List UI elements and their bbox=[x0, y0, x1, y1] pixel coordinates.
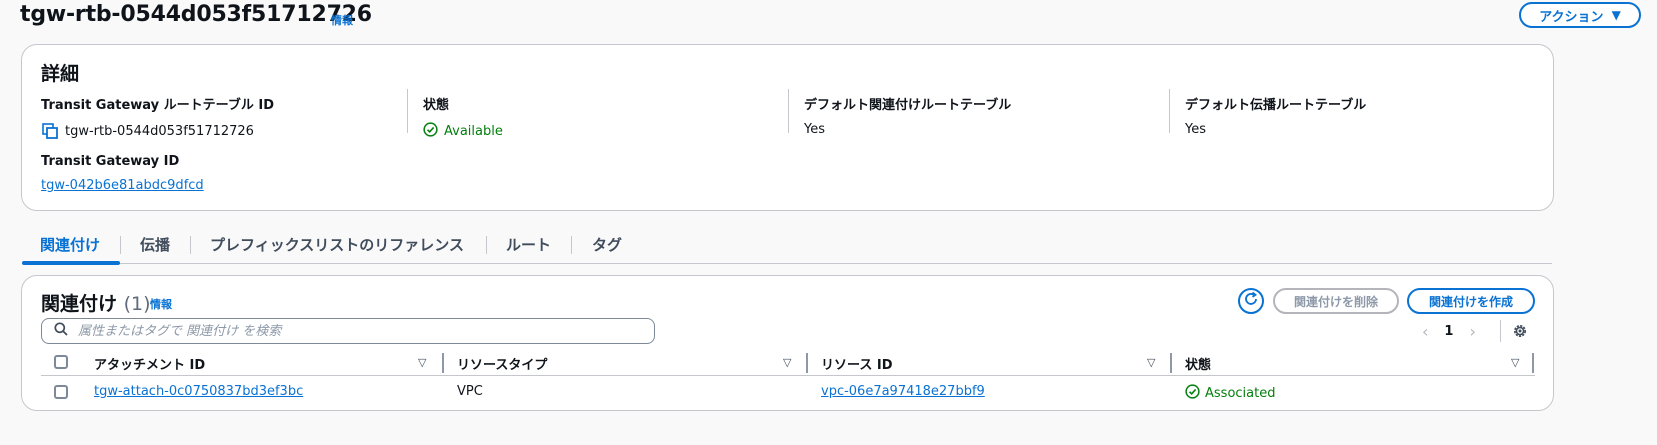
state-field: 状態 Available bbox=[423, 94, 503, 141]
chevron-left-icon[interactable]: ‹ bbox=[1422, 322, 1428, 341]
associations-heading: 関連付け (1) bbox=[41, 289, 151, 316]
state-label: 状態 bbox=[423, 98, 450, 113]
row-checkbox[interactable] bbox=[54, 385, 68, 399]
column-divider bbox=[1169, 89, 1170, 133]
search-field[interactable] bbox=[41, 318, 655, 344]
pager-divider bbox=[1500, 320, 1501, 342]
tab-divider bbox=[486, 236, 487, 254]
page-title: tgw-rtb-0544d053f51712726 bbox=[20, 2, 372, 27]
default-association-value: Yes bbox=[804, 122, 825, 137]
search-icon bbox=[54, 322, 68, 340]
page-info-link[interactable]: 情報 bbox=[331, 12, 353, 28]
column-header-resource-type[interactable]: リソースタイプ bbox=[457, 354, 547, 373]
details-heading: 詳細 bbox=[41, 63, 80, 85]
table-row: tgw-attach-0c0750837bd3ef3bc VPC vpc-06e… bbox=[41, 377, 1535, 407]
chevron-right-icon[interactable]: › bbox=[1469, 322, 1475, 341]
tab-routes[interactable]: ルート bbox=[506, 234, 551, 255]
column-resizer[interactable] bbox=[1532, 353, 1534, 373]
associations-panel: 関連付け (1) 情報 関連付けを削除 関連付けを作成 ‹ 1 › bbox=[21, 275, 1554, 411]
settings-gear-icon[interactable] bbox=[1511, 322, 1529, 340]
tab-tags[interactable]: タグ bbox=[592, 234, 622, 255]
tab-divider bbox=[120, 236, 121, 254]
column-divider bbox=[407, 89, 408, 133]
sort-icon[interactable]: ▽ bbox=[1511, 356, 1519, 369]
status-check-icon bbox=[1185, 384, 1200, 403]
associations-count: (1) bbox=[123, 293, 151, 315]
page-number[interactable]: 1 bbox=[1444, 324, 1453, 339]
transit-gateway-id-label: Transit Gateway ID bbox=[41, 154, 180, 169]
table-header: アタッチメント ID ▽ リソースタイプ ▽ リソース ID ▽ 状態 ▽ bbox=[41, 350, 1535, 376]
status-check-icon bbox=[423, 122, 438, 141]
pagination: ‹ 1 › bbox=[1422, 320, 1476, 342]
sort-icon[interactable]: ▽ bbox=[418, 356, 426, 369]
route-table-id-label: Transit Gateway ルートテーブル ID bbox=[41, 98, 275, 113]
attachment-id-link[interactable]: tgw-attach-0c0750837bd3ef3bc bbox=[94, 384, 303, 399]
transit-gateway-id-link[interactable]: tgw-042b6e81abdc9dfcd bbox=[41, 178, 204, 193]
create-association-button[interactable]: 関連付けを作成 bbox=[1407, 288, 1535, 314]
default-association-label: デフォルト関連付けルートテーブル bbox=[804, 98, 1012, 113]
associations-title: 関連付け bbox=[41, 293, 118, 315]
actions-dropdown-button[interactable]: アクション ▼ bbox=[1519, 2, 1641, 28]
default-propagation-value: Yes bbox=[1185, 122, 1206, 137]
copy-icon[interactable] bbox=[41, 122, 59, 140]
default-propagation-label: デフォルト伝播ルートテーブル bbox=[1185, 98, 1367, 113]
tab-label: 関連付け bbox=[40, 236, 101, 254]
actions-button-label: アクション bbox=[1539, 9, 1604, 25]
association-state-label: Associated bbox=[1205, 386, 1276, 401]
tab-bar: 関連付け 伝播 プレフィックスリストのリファレンス ルート タグ bbox=[22, 226, 1552, 265]
tab-label: プレフィックスリストのリファレンス bbox=[210, 236, 464, 254]
select-all-checkbox[interactable] bbox=[54, 355, 68, 369]
search-input[interactable] bbox=[76, 322, 654, 340]
tab-prefix-list-references[interactable]: プレフィックスリストのリファレンス bbox=[210, 234, 464, 255]
route-table-id-value: tgw-rtb-0544d053f51712726 bbox=[65, 123, 254, 139]
tab-label: タグ bbox=[592, 236, 623, 254]
details-panel: 詳細 Transit Gateway ルートテーブル ID tgw-rtb-05… bbox=[21, 44, 1554, 211]
page-header: tgw-rtb-0544d053f51712726 情報 アクション ▼ bbox=[20, 0, 1649, 34]
tab-associations[interactable]: 関連付け bbox=[40, 234, 100, 255]
association-state: Associated bbox=[1185, 384, 1275, 403]
tab-divider bbox=[190, 236, 191, 254]
column-header-resource-id[interactable]: リソース ID bbox=[821, 354, 893, 373]
tab-propagations[interactable]: 伝播 bbox=[140, 234, 170, 255]
sort-icon[interactable]: ▽ bbox=[1147, 356, 1155, 369]
column-resizer[interactable] bbox=[1170, 353, 1172, 373]
column-header-state[interactable]: 状態 bbox=[1185, 354, 1211, 373]
refresh-button[interactable] bbox=[1238, 288, 1264, 314]
tab-label: 伝播 bbox=[140, 236, 171, 254]
sort-icon[interactable]: ▽ bbox=[783, 356, 791, 369]
column-resizer[interactable] bbox=[442, 353, 444, 373]
state-value: Available bbox=[444, 124, 503, 139]
delete-association-button[interactable]: 関連付けを削除 bbox=[1273, 288, 1399, 314]
default-association-field: デフォルト関連付けルートテーブル Yes bbox=[804, 94, 1011, 137]
active-tab-indicator bbox=[22, 261, 120, 265]
tab-label: ルート bbox=[506, 236, 552, 254]
column-header-attachment-id[interactable]: アタッチメント ID bbox=[94, 354, 205, 373]
refresh-icon bbox=[1243, 291, 1259, 311]
route-table-id-field: Transit Gateway ルートテーブル ID tgw-rtb-0544d… bbox=[41, 94, 274, 140]
transit-gateway-id-field: Transit Gateway ID tgw-042b6e81abdc9dfcd bbox=[41, 154, 204, 193]
default-propagation-field: デフォルト伝播ルートテーブル Yes bbox=[1185, 94, 1366, 137]
tab-divider bbox=[571, 236, 572, 254]
column-resizer[interactable] bbox=[806, 353, 808, 373]
column-divider bbox=[788, 89, 789, 133]
associations-info-link[interactable]: 情報 bbox=[150, 296, 172, 312]
resource-id-link[interactable]: vpc-06e7a97418e27bbf9 bbox=[821, 384, 985, 399]
resource-type-value: VPC bbox=[457, 384, 483, 399]
caret-down-icon: ▼ bbox=[1611, 8, 1621, 22]
